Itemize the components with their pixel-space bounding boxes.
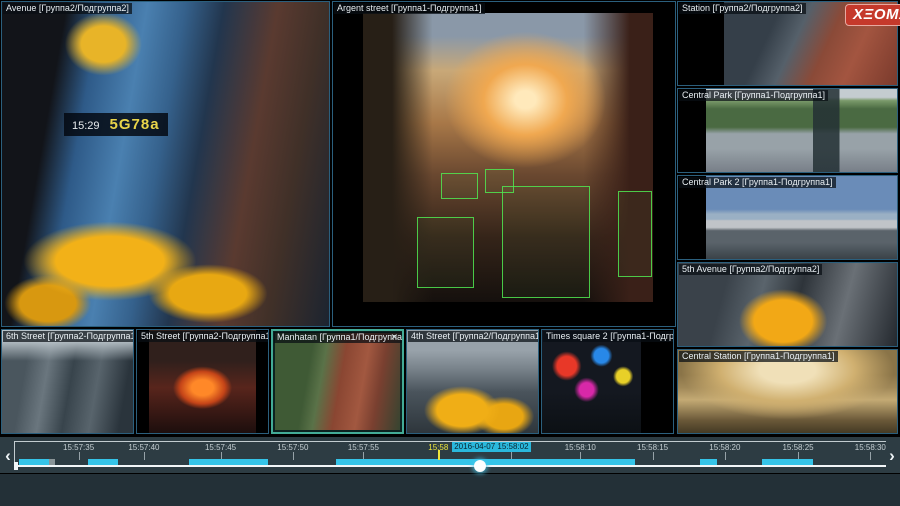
current-time-tick: [438, 450, 441, 460]
camera-label: Manhatan [Группа1/Подгруппа2]: [274, 332, 402, 343]
camera-label: 5th Street [Группа2-Подгруппа1]: [138, 331, 268, 342]
camera-video-central-station: [678, 350, 897, 433]
tick-label: 15:58:20: [709, 443, 741, 452]
playhead[interactable]: [474, 460, 487, 472]
tick-label: 15:57:40: [128, 443, 160, 452]
license-plate-overlay: 15:29 5G78a: [64, 113, 168, 136]
camera-tile-4th-street[interactable]: 4th Street [Группа2/Подгруппа1]: [406, 329, 539, 434]
datetime-chip: 2016-04-07 15:58:02: [452, 442, 531, 452]
camera-label: Avenue [Группа2/Подгруппа2]: [3, 3, 132, 14]
tick-label: 15:57:45: [204, 443, 237, 452]
camera-tile-avenue[interactable]: Avenue [Группа2/Подгруппа2] 15:29 5G78a: [1, 1, 330, 327]
camera-video-6th-street: [2, 330, 133, 433]
timeline-baseline[interactable]: [15, 465, 886, 467]
timeline-panel: ‹ › 15:57:35 15:57:40 15:57:45 15:57:50 15:5…: [0, 437, 900, 473]
camera-tile-5th-street[interactable]: 5th Street [Группа2-Подгруппа1]: [136, 329, 269, 434]
detection-box: [441, 173, 479, 199]
camera-tile-central-park-2[interactable]: Central Park 2 [Группа1-Подгруппа1]: [677, 175, 898, 260]
tick-label: 15:58:15: [636, 443, 669, 452]
tick-label: 15:58:25: [782, 443, 814, 452]
xeoma-logo: XΞOMA: [845, 4, 900, 26]
camera-video-avenue: [2, 2, 329, 326]
camera-video-5th-street: [149, 330, 256, 433]
camera-tile-central-park[interactable]: Central Park [Группа1-Подгруппа1]: [677, 88, 898, 173]
detection-box: [618, 190, 653, 277]
camera-tile-times-square-2[interactable]: Times square 2 [Группа1-Подгруппа2]: [541, 329, 674, 434]
camera-tile-6th-street[interactable]: 6th Street [Группа2-Подгруппа1]: [1, 329, 134, 434]
tick-label: 15:57:35: [63, 443, 95, 452]
xeoma-player-window: Avenue [Группа2/Подгруппа2] 15:29 5G78a …: [0, 0, 900, 506]
detection-layer: [363, 13, 653, 302]
detection-box: [484, 169, 515, 193]
timeline-scroll-right-icon[interactable]: ›: [886, 446, 898, 466]
tick-label: 15:58:10: [564, 443, 596, 452]
detection-box: [416, 216, 474, 289]
close-icon[interactable]: ✕: [390, 333, 398, 342]
camera-video-times-square-2: [542, 330, 641, 433]
camera-label: 6th Street [Группа2-Подгруппа1]: [3, 331, 133, 342]
plate-number: 5G78a: [109, 116, 160, 133]
camera-video-5th-avenue: [678, 263, 897, 346]
camera-label: 4th Street [Группа2/Подгруппа1]: [408, 331, 538, 342]
camera-label: Argent street [Группа1-Подгруппа1]: [334, 3, 485, 14]
tick-label: 15:57:50: [277, 443, 309, 452]
plate-time: 15:29: [72, 120, 100, 132]
camera-label: Times square 2 [Группа1-Подгруппа2]: [543, 331, 673, 342]
tick-label: 15:58:30: [854, 443, 886, 452]
camera-label: Station [Группа2/Подгруппа2]: [679, 3, 806, 14]
timeline-start-cap: [14, 462, 18, 470]
camera-video-central-park: [706, 89, 897, 172]
timeline-track[interactable]: 15:57:35 15:57:40 15:57:45 15:57:50 15:57:55…: [14, 441, 886, 472]
camera-tile-5th-avenue[interactable]: 5th Avenue [Группа2/Подгруппа2]: [677, 262, 898, 347]
camera-video-manhatan: [275, 333, 400, 430]
camera-label: Central Park 2 [Группа1-Подгруппа1]: [679, 177, 836, 188]
camera-video-argent-street: [363, 13, 653, 302]
timeline-scroll-left-icon[interactable]: ‹: [2, 446, 14, 466]
camera-video-4th-street: [407, 330, 538, 433]
detection-box: [502, 186, 590, 299]
camera-tile-central-station[interactable]: Central Station [Группа1-Подгруппа1]: [677, 349, 898, 434]
tick-label: 15:57:55: [347, 443, 379, 452]
camera-tile-argent-street[interactable]: Argent street [Группа1-Подгруппа1]: [332, 1, 676, 327]
camera-label: 5th Avenue [Группа2/Подгруппа2]: [679, 264, 823, 275]
camera-video-central-park-2: [706, 176, 897, 259]
playback-controls-bar: ↩ ▤ - 1 мин + - 1.0x +: [0, 474, 900, 506]
camera-label: Central Station [Группа1-Подгруппа1]: [679, 351, 838, 362]
camera-label: Central Park [Группа1-Подгруппа1]: [679, 90, 829, 101]
camera-tile-manhatan-selected[interactable]: Manhatan [Группа1/Подгруппа2] ✕: [271, 329, 404, 434]
